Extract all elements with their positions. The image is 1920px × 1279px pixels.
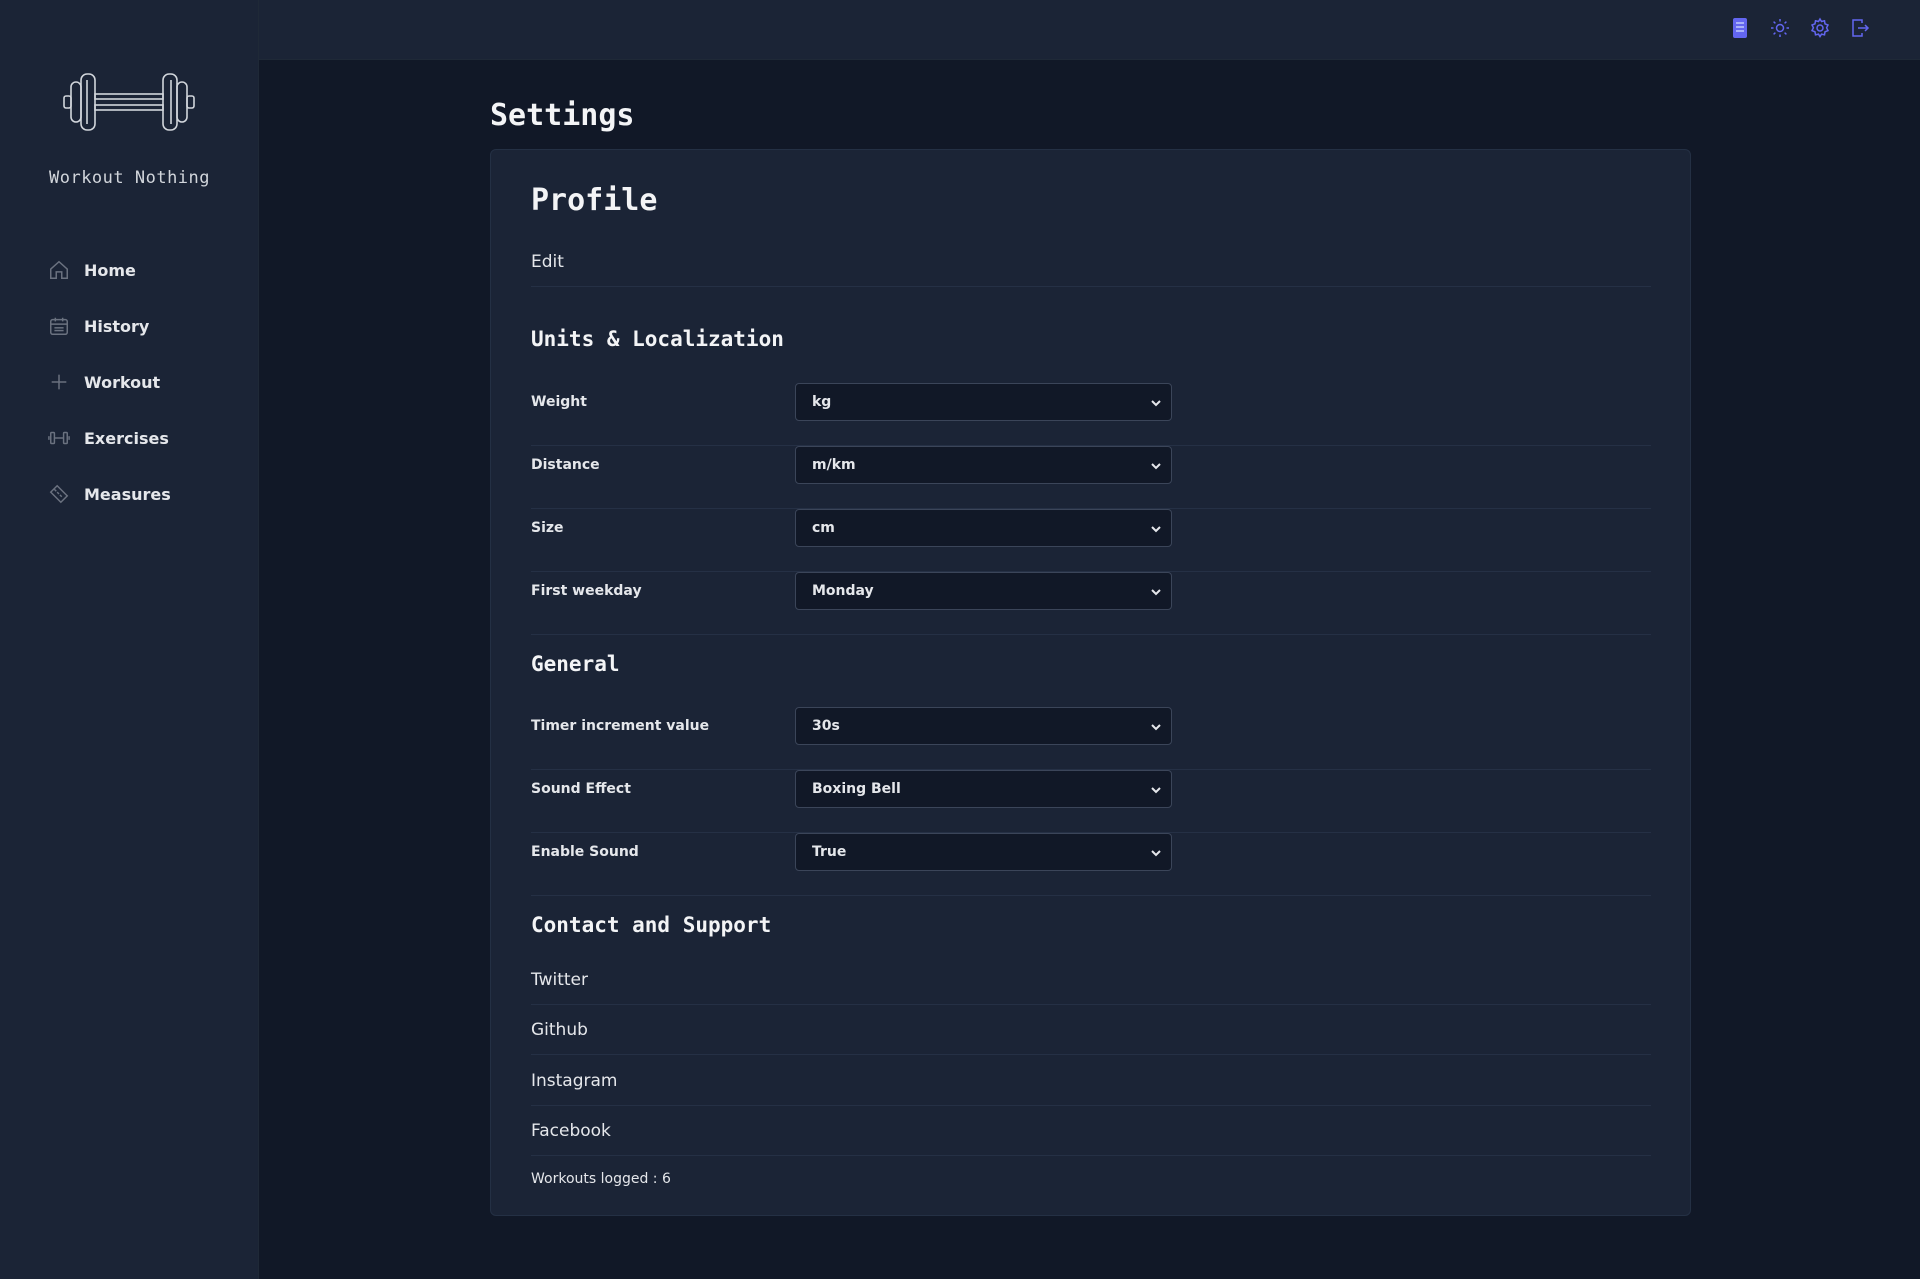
plus-icon (51, 374, 67, 390)
sound-effect-select[interactable]: Boxing Bell (795, 770, 1172, 808)
chevron-down-icon (1151, 589, 1161, 596)
size-setting-row: Size cm (531, 509, 1651, 572)
contact-section-title: Contact and Support (531, 913, 772, 937)
sidebar-item-label: Measures (84, 484, 171, 504)
facebook-link[interactable]: Facebook (531, 1106, 1651, 1156)
setting-label: Timer increment value (531, 718, 710, 734)
setting-label: Distance (531, 457, 600, 473)
enable-sound-setting-row: Enable Sound True (531, 833, 1651, 896)
github-link[interactable]: Github (531, 1005, 1651, 1055)
setting-label: Size (531, 520, 564, 536)
home-icon (50, 260, 68, 279)
select-value: cm (812, 520, 835, 536)
link-label: Facebook (531, 1120, 611, 1141)
twitter-link[interactable]: Twitter (531, 955, 1651, 1005)
sidebar-item-measures[interactable]: Measures (48, 466, 171, 522)
units-section-title: Units & Localization (531, 327, 784, 351)
workouts-logged-count: Workouts logged : 6 (531, 1171, 671, 1187)
sidebar-item-label: Exercises (84, 428, 169, 448)
chevron-down-icon (1151, 463, 1161, 470)
setting-label: Sound Effect (531, 781, 631, 797)
setting-label: Weight (531, 394, 587, 410)
sidebar-item-label: Workout (84, 372, 161, 392)
logout-icon[interactable] (1850, 17, 1870, 39)
sound-effect-setting-row: Sound Effect Boxing Bell (531, 770, 1651, 833)
instagram-link[interactable]: Instagram (531, 1056, 1651, 1106)
dumbbell-icon (48, 431, 70, 445)
calendar-icon (50, 317, 68, 335)
sidebar-item-label: History (84, 316, 150, 336)
chevron-down-icon (1151, 400, 1161, 407)
weight-setting-row: Weight kg (531, 383, 1651, 446)
sidebar-item-exercises[interactable]: Exercises (48, 410, 171, 466)
select-value: Boxing Bell (812, 781, 901, 797)
gear-icon[interactable] (1810, 17, 1830, 39)
sidebar-nav: Home History Workout Exercises Measures (48, 242, 171, 522)
size-select[interactable]: cm (795, 509, 1172, 547)
select-value: m/km (812, 457, 856, 473)
sidebar-item-home[interactable]: Home (48, 242, 171, 298)
chevron-down-icon (1151, 724, 1161, 731)
sun-icon[interactable] (1770, 17, 1790, 39)
select-value: 30s (812, 718, 840, 734)
chevron-down-icon (1151, 850, 1161, 857)
timer-increment-select[interactable]: 30s (795, 707, 1172, 745)
first-weekday-select[interactable]: Monday (795, 572, 1172, 610)
sidebar-item-workout[interactable]: Workout (48, 354, 171, 410)
sidebar-item-history[interactable]: History (48, 298, 171, 354)
timer-increment-setting-row: Timer increment value 30s (531, 707, 1651, 770)
select-value: True (812, 844, 847, 860)
general-section-title: General (531, 652, 620, 676)
ruler-icon (49, 484, 69, 504)
app-name: Workout Nothing (48, 168, 211, 188)
sidebar: Workout Nothing Home History Workout Exe… (0, 0, 259, 1279)
edit-profile-label: Edit (531, 251, 564, 272)
setting-label: First weekday (531, 583, 642, 599)
weight-select[interactable]: kg (795, 383, 1172, 421)
chevron-down-icon (1151, 787, 1161, 794)
select-value: kg (812, 394, 832, 410)
distance-setting-row: Distance m/km (531, 446, 1651, 509)
profile-title: Profile (531, 183, 658, 218)
chevron-down-icon (1151, 526, 1161, 533)
topbar-actions (1730, 17, 1870, 39)
link-label: Instagram (531, 1070, 618, 1091)
notebook-icon[interactable] (1730, 17, 1750, 39)
edit-profile-link[interactable]: Edit (531, 237, 1651, 287)
first-weekday-setting-row: First weekday Monday (531, 572, 1651, 635)
sidebar-item-label: Home (84, 260, 136, 280)
enable-sound-select[interactable]: True (795, 833, 1172, 871)
select-value: Monday (812, 583, 874, 599)
link-label: Twitter (531, 969, 588, 990)
link-label: Github (531, 1019, 588, 1040)
settings-card: Profile Edit Units & Localization Weight… (490, 149, 1691, 1216)
setting-label: Enable Sound (531, 844, 639, 860)
page-title: Settings (490, 98, 635, 133)
dumbbell-logo (63, 73, 195, 131)
topbar (259, 0, 1920, 60)
distance-select[interactable]: m/km (795, 446, 1172, 484)
